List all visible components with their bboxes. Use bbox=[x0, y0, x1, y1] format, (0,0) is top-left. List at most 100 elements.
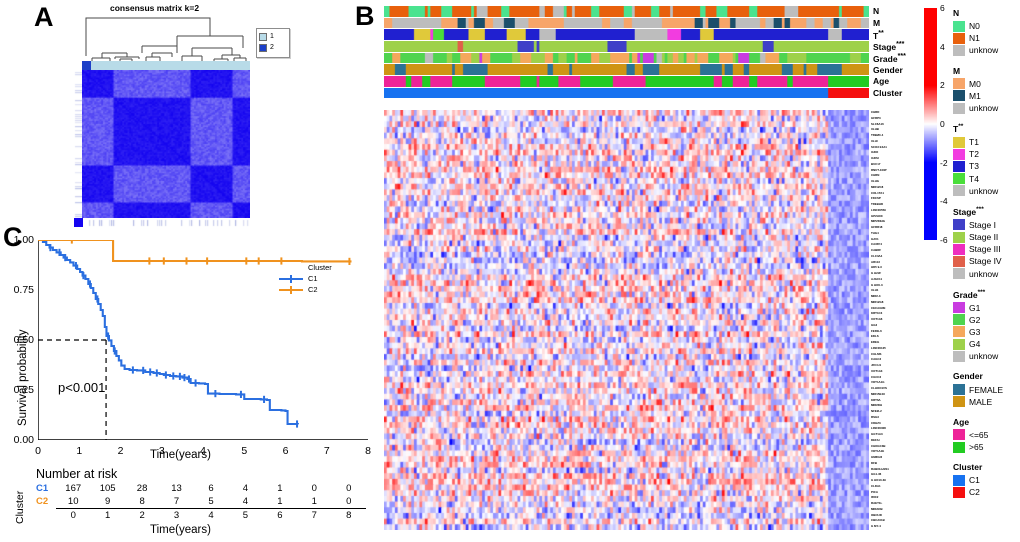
legend-label: unknow bbox=[969, 103, 999, 114]
legend-title-grade: Grade*** bbox=[953, 288, 986, 300]
legend-item: Stage IV bbox=[953, 255, 1020, 267]
legend-block-age: Age <=65 >65 bbox=[953, 417, 1020, 453]
risk-cell: 7 bbox=[173, 496, 180, 507]
risk-cell: 8 bbox=[139, 496, 145, 507]
legend-block-gender: Gender FEMALE MALE bbox=[953, 371, 1020, 408]
survival-x-tick: 6 bbox=[282, 445, 289, 457]
legend-label: G3 bbox=[969, 326, 981, 337]
legend-swatch bbox=[953, 268, 965, 280]
gene-label: G MY-4 bbox=[871, 524, 881, 529]
legend-title-n: N bbox=[953, 8, 960, 18]
legend-block-grade: Grade*** G1 G2 G3 G4 unknow bbox=[953, 289, 1020, 363]
legend-swatch bbox=[953, 474, 965, 486]
legend-swatch bbox=[953, 102, 965, 114]
panel-a-legend: 1 2 bbox=[256, 28, 290, 58]
legend-label: M0 bbox=[969, 78, 981, 89]
annotation-row-label-age: Age bbox=[873, 76, 890, 87]
survival-x-tick: 1 bbox=[76, 445, 83, 457]
legend-swatch bbox=[953, 148, 965, 160]
risk-row-label: C1 bbox=[36, 483, 49, 494]
legend-label: T1 bbox=[969, 137, 979, 148]
legend-item-1: 1 bbox=[259, 31, 287, 42]
annotation-row-stage: Stage*** bbox=[384, 40, 904, 52]
risk-axis-tick: 2 bbox=[139, 510, 145, 521]
km-curve-c2 bbox=[38, 240, 352, 263]
legend-line-c1-icon bbox=[279, 274, 303, 283]
legend-item: T2 bbox=[953, 148, 1020, 160]
colorbar-tick: 4 bbox=[940, 41, 945, 52]
legend-swatch-2 bbox=[259, 43, 267, 52]
panel-a-consensus-matrix: consensus matrix k=2 1 2 bbox=[0, 0, 352, 228]
legend-item: unknow bbox=[953, 350, 1020, 362]
panel-b-expression-heatmap bbox=[384, 110, 869, 530]
legend-label: Stage I bbox=[969, 219, 996, 230]
risk-table-axis: 0 1 2 3 4 5 6 7 8 bbox=[56, 508, 366, 521]
legend-item: G1 bbox=[953, 301, 1020, 314]
annotation-row-age: Age bbox=[384, 76, 889, 87]
legend-label: C2 bbox=[969, 487, 980, 498]
legend-block-cluster: Cluster C1 C2 bbox=[953, 462, 1020, 498]
legend-label: T4 bbox=[969, 173, 979, 184]
risk-cell: 6 bbox=[208, 483, 214, 494]
legend-label: M1 bbox=[969, 90, 981, 101]
legend-label: C1 bbox=[969, 475, 980, 486]
panel-b-annotation-bars: N M T** Stage*** Grade*** Gender Age Cluster bbox=[384, 6, 906, 100]
risk-row-values: 10 9 8 7 5 4 1 1 0 bbox=[56, 496, 366, 507]
legend-swatch bbox=[953, 255, 965, 267]
panel-b-legends: N N0 N1 unknow M M0 M1 unknow T** T1 T2 T3 T4 unknow S… bbox=[953, 8, 1020, 508]
legend-item: Stage I bbox=[953, 219, 1020, 231]
km-curve-c1 bbox=[38, 240, 299, 426]
legend-swatch bbox=[953, 32, 965, 44]
legend-swatch bbox=[953, 20, 965, 32]
survival-legend-item-c2: C2 bbox=[278, 284, 332, 295]
risk-axis-tick: 4 bbox=[208, 510, 214, 521]
legend-title-stage: Stage*** bbox=[953, 205, 984, 217]
legend-item: G4 bbox=[953, 338, 1020, 350]
annotation-row-label-cluster: Cluster bbox=[873, 88, 903, 99]
legend-swatch bbox=[953, 185, 965, 197]
annotation-row-cluster: Cluster bbox=[384, 87, 902, 99]
survival-x-tick: 5 bbox=[241, 445, 248, 457]
risk-table-row: C1 167 105 28 13 6 4 1 0 0 bbox=[36, 482, 366, 495]
legend-swatch bbox=[953, 441, 965, 453]
survival-legend-title-row: Cluster bbox=[278, 262, 332, 273]
legend-label: G2 bbox=[969, 314, 981, 325]
legend-item: T1 bbox=[953, 136, 1020, 148]
legend-swatch bbox=[953, 219, 965, 231]
risk-cell: 13 bbox=[171, 483, 182, 494]
survival-y-tick: 0.75 bbox=[13, 284, 34, 296]
survival-legend-title: Cluster bbox=[308, 263, 332, 272]
dendrogram bbox=[85, 17, 247, 61]
legend-item: N0 bbox=[953, 20, 1020, 32]
legend-item: N1 bbox=[953, 32, 1020, 44]
legend-label: T2 bbox=[969, 149, 979, 160]
legend-title-cluster: Cluster bbox=[953, 462, 983, 473]
legend-title-gender: Gender bbox=[953, 371, 983, 382]
colorbar-tick: 0 bbox=[940, 119, 945, 129]
pvalue-annotation: p<0.001 bbox=[58, 380, 106, 395]
risk-cell: 1 bbox=[277, 483, 283, 494]
risk-table-side-label-text: Cluster bbox=[14, 490, 26, 524]
legend-item: FEMALE bbox=[953, 383, 1020, 396]
annotation-row-t: T** bbox=[384, 29, 884, 41]
risk-axis-tick: 0 bbox=[70, 510, 76, 521]
annotation-row-label-stage: Stage*** bbox=[873, 40, 905, 53]
legend-label: MALE bbox=[969, 396, 993, 407]
colorbar-tick: 6 bbox=[940, 3, 945, 13]
risk-cell: 167 bbox=[65, 483, 82, 494]
survival-x-tick: 7 bbox=[323, 445, 330, 457]
colorbar-tick: -6 bbox=[940, 235, 948, 245]
legend-swatch bbox=[953, 231, 965, 243]
legend-label: FEMALE bbox=[969, 384, 1004, 395]
legend-item: Stage III bbox=[953, 243, 1020, 255]
legend-block-m: M M0 M1 unknow bbox=[953, 66, 1020, 115]
legend-swatch bbox=[953, 243, 965, 255]
legend-swatch bbox=[953, 326, 965, 338]
risk-cell: 4 bbox=[242, 496, 249, 507]
risk-axis-tick: 5 bbox=[242, 510, 249, 521]
legend-item: unknow bbox=[953, 267, 1020, 280]
legend-label: N0 bbox=[969, 21, 980, 32]
survival-y-tick: 1.00 bbox=[13, 234, 34, 246]
survival-x-tick: 2 bbox=[117, 445, 124, 457]
survival-x-tick: 8 bbox=[365, 445, 371, 457]
